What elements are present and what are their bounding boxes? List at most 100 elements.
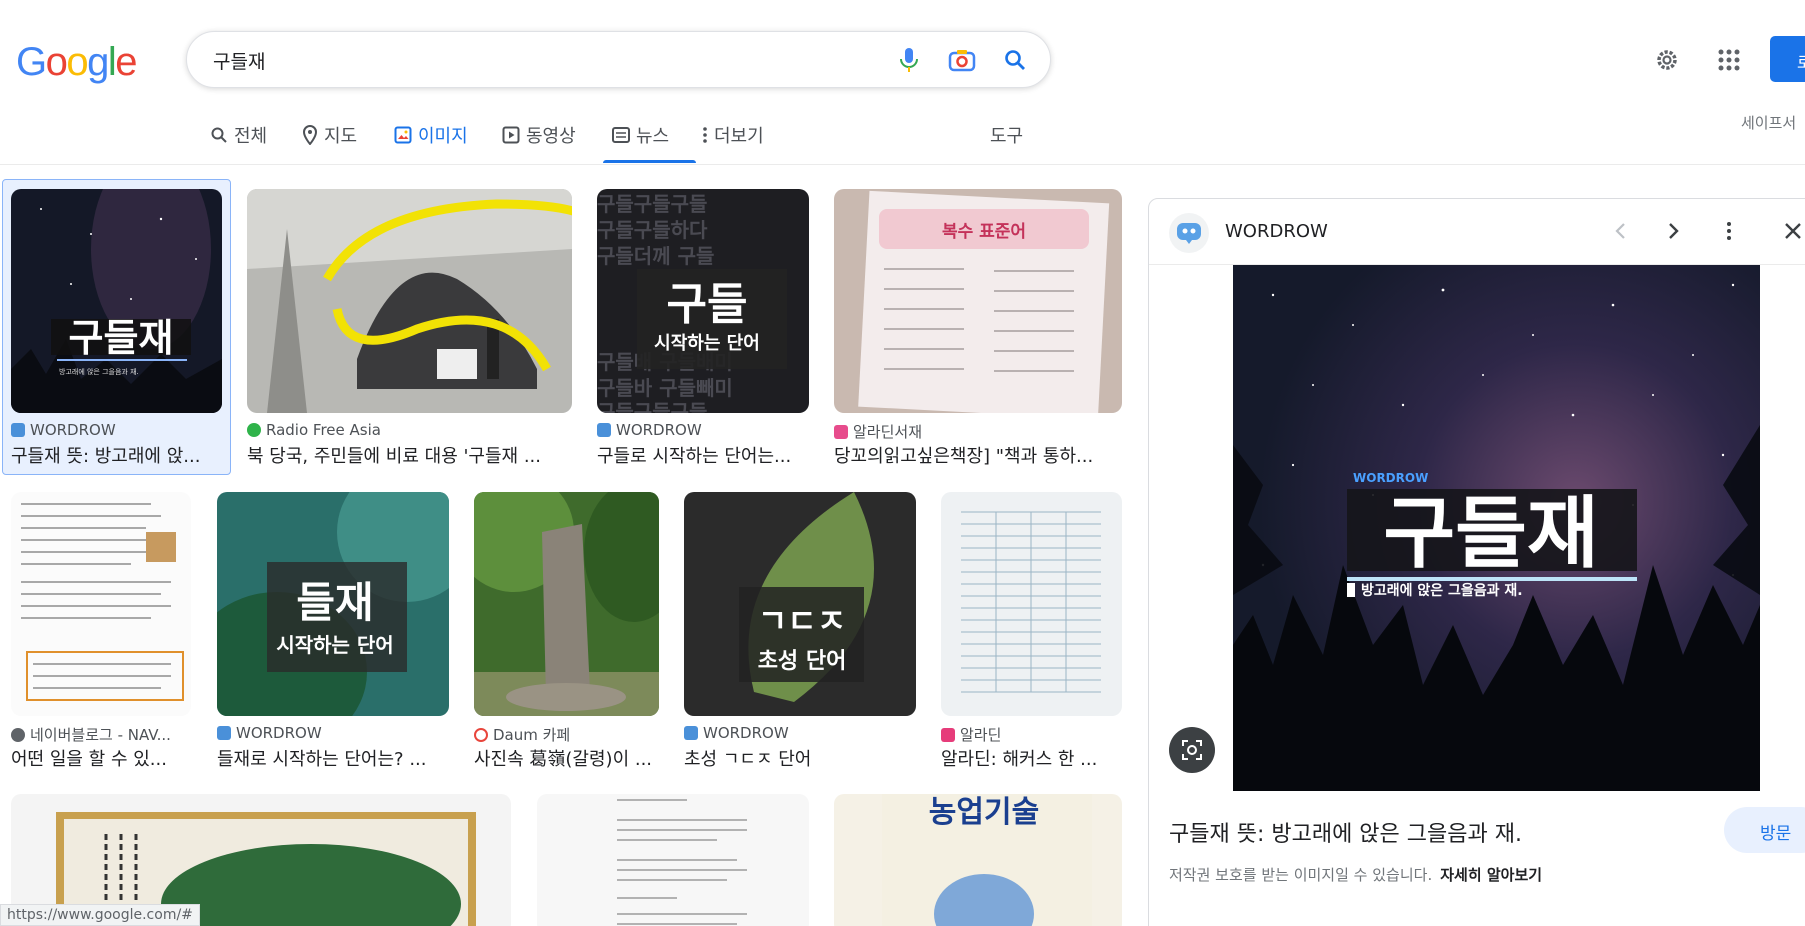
result-thumbnail[interactable]: 복수 표준어 xyxy=(834,189,1122,413)
tab-label: 동영상 xyxy=(526,126,576,147)
result-caption[interactable]: 사진속 葛嶺(갈령)이 ... xyxy=(474,745,659,771)
result-thumbnail[interactable] xyxy=(941,492,1122,716)
result-thumbnail[interactable] xyxy=(247,189,572,413)
result-thumbnail[interactable]: ㄱㄷㅈ 초성 단어 xyxy=(684,492,916,716)
google-logo[interactable]: Google xyxy=(16,40,137,85)
result-caption[interactable]: 알라딘: 해커스 한 ... xyxy=(941,745,1122,771)
wordrow-favicon xyxy=(597,423,611,437)
learn-more-link[interactable]: 자세히 알아보기 xyxy=(1440,866,1542,884)
panel-image-brand: WORDROW xyxy=(1353,471,1428,485)
map-pin-icon xyxy=(302,125,318,145)
thumb-subtitle: 시작하는 단어 xyxy=(276,633,393,657)
panel-title[interactable]: 구들재 뜻: 방고래에 앉은 그을음과 재. xyxy=(1169,816,1522,848)
visit-button[interactable]: 방문 xyxy=(1724,807,1805,853)
wordrow-favicon xyxy=(217,726,231,740)
status-bar-url: https://www.google.com/# xyxy=(0,904,200,926)
result-source: Daum 카페 xyxy=(474,724,659,745)
result-caption[interactable]: 초성 ㄱㄷㅈ 단어 xyxy=(684,745,916,771)
result-caption[interactable]: 구들재 뜻: 방고래에 앉... xyxy=(11,442,222,468)
result-caption[interactable]: 북 당국, 주민들에 비료 대용 '구들재 ... xyxy=(247,442,572,468)
result-source: 알라딘 xyxy=(941,724,1122,745)
more-options-icon[interactable] xyxy=(1725,219,1733,247)
tab-maps[interactable]: 지도 xyxy=(302,122,357,148)
thumb-title: 농업기술 xyxy=(929,795,1039,830)
thumb-title: 구들 xyxy=(667,279,748,330)
preview-panel: WORDROW WORDROW 구들재 방고래에 앉은 그을음과 재. 구들재 … xyxy=(1148,198,1805,926)
thumb-subtitle: 시작하는 단어 xyxy=(654,333,760,354)
apps-grid-icon[interactable] xyxy=(1711,42,1747,78)
lens-icon xyxy=(1182,740,1202,760)
preview-image[interactable]: WORDROW 구들재 방고래에 앉은 그을음과 재. xyxy=(1233,265,1760,791)
wordrow-favicon xyxy=(11,423,25,437)
panel-site-name[interactable]: WORDROW xyxy=(1225,221,1328,242)
daum-favicon xyxy=(474,727,488,742)
close-icon[interactable] xyxy=(1783,221,1803,245)
search-box xyxy=(186,31,1051,88)
thumb-title: 들재 xyxy=(296,578,373,627)
result-thumbnail[interactable] xyxy=(474,492,659,716)
aladin-favicon xyxy=(941,727,955,742)
prev-arrow-icon[interactable] xyxy=(1609,219,1633,247)
search-input[interactable] xyxy=(213,46,813,74)
svg-text:구들바 구들빼미: 구들바 구들빼미 xyxy=(597,376,733,400)
result-caption[interactable]: 구들로 시작하는 단어는... xyxy=(597,442,809,468)
next-arrow-icon[interactable] xyxy=(1661,219,1685,247)
result-thumbnail[interactable]: 들재 시작하는 단어 xyxy=(217,492,449,716)
panel-image-subtitle: 방고래에 앉은 그을음과 재. xyxy=(1361,582,1523,599)
safesearch-button[interactable]: 세이프서 xyxy=(1741,112,1796,133)
tab-videos[interactable]: 동영상 xyxy=(502,122,576,148)
result-source: WORDROW xyxy=(217,724,449,742)
panel-header: WORDROW xyxy=(1149,199,1805,265)
settings-gear-icon[interactable] xyxy=(1649,42,1685,78)
result-caption[interactable]: 들재로 시작하는 단어는? ... xyxy=(217,745,449,771)
tab-label: 전체 xyxy=(234,126,268,147)
news-icon xyxy=(612,127,630,143)
lens-search-button[interactable] xyxy=(1169,727,1215,773)
thumb-title: 복수 표준어 xyxy=(942,222,1026,242)
tab-label: 더보기 xyxy=(714,126,764,147)
svg-text:구들구들하다: 구들구들하다 xyxy=(597,218,708,242)
more-vert-icon xyxy=(703,127,707,143)
tools-button[interactable]: 도구 xyxy=(990,122,1023,148)
tab-label: 지도 xyxy=(324,126,358,147)
thumb-subtitle: 방고래에 앉은 그을음과 재. xyxy=(59,367,139,376)
result-source: Radio Free Asia xyxy=(247,421,572,439)
tab-label: 뉴스 xyxy=(636,126,670,147)
result-source: 알라딘서재 xyxy=(834,421,1122,442)
result-source: WORDROW xyxy=(597,421,809,439)
tab-news[interactable]: 뉴스 xyxy=(612,122,669,148)
svg-text:구들더께 구들: 구들더께 구들 xyxy=(597,244,714,268)
tab-images[interactable]: 이미지 xyxy=(394,122,468,148)
result-thumbnail[interactable]: 구들구들구들구들구들하다구들더께 구들 구들배 구들배미구들바 구들빼미구들구들… xyxy=(597,189,809,413)
svg-text:구들구들구들: 구들구들구들 xyxy=(597,400,707,413)
search-icon[interactable] xyxy=(1000,45,1030,75)
result-caption[interactable]: 어떤 일을 할 수 있... xyxy=(11,745,191,771)
tab-all[interactable]: 전체 xyxy=(210,122,267,148)
copyright-notice: 저작권 보호를 받는 이미지일 수 있습니다. 자세히 알아보기 xyxy=(1169,866,1543,884)
result-thumbnail[interactable]: 농업기술 xyxy=(834,794,1122,926)
play-icon xyxy=(502,126,520,144)
rfa-favicon xyxy=(247,423,261,437)
result-source: WORDROW xyxy=(684,724,916,742)
result-source: WORDROW xyxy=(11,421,222,439)
result-thumbnail[interactable] xyxy=(537,794,809,926)
result-caption[interactable]: 당꼬의읽고싶은책장] "책과 통하... xyxy=(834,442,1122,468)
globe-icon xyxy=(11,727,25,742)
result-thumbnail[interactable]: 구들재 방고래에 앉은 그을음과 재. xyxy=(11,189,222,413)
thumb-title: 구들재 xyxy=(69,316,174,360)
active-tab-indicator xyxy=(603,160,696,163)
thumb-subtitle: 초성 단어 xyxy=(758,649,847,674)
svg-text:구들구들구들: 구들구들구들 xyxy=(597,192,707,216)
result-source: 네이버블로그 - NAV... xyxy=(11,724,191,745)
thumb-title: ㄱㄷㅈ xyxy=(758,602,846,640)
result-thumbnail[interactable] xyxy=(11,492,191,716)
microphone-icon[interactable] xyxy=(894,45,924,75)
tab-label: 이미지 xyxy=(418,126,468,147)
panel-image-title: 구들재 xyxy=(1383,489,1598,579)
camera-lens-icon[interactable] xyxy=(947,45,977,75)
wordrow-logo-icon xyxy=(1169,213,1209,253)
sign-in-button[interactable]: 로 xyxy=(1770,36,1805,82)
image-icon xyxy=(394,126,412,144)
tab-more[interactable]: 더보기 xyxy=(702,122,764,148)
search-icon xyxy=(211,127,227,143)
